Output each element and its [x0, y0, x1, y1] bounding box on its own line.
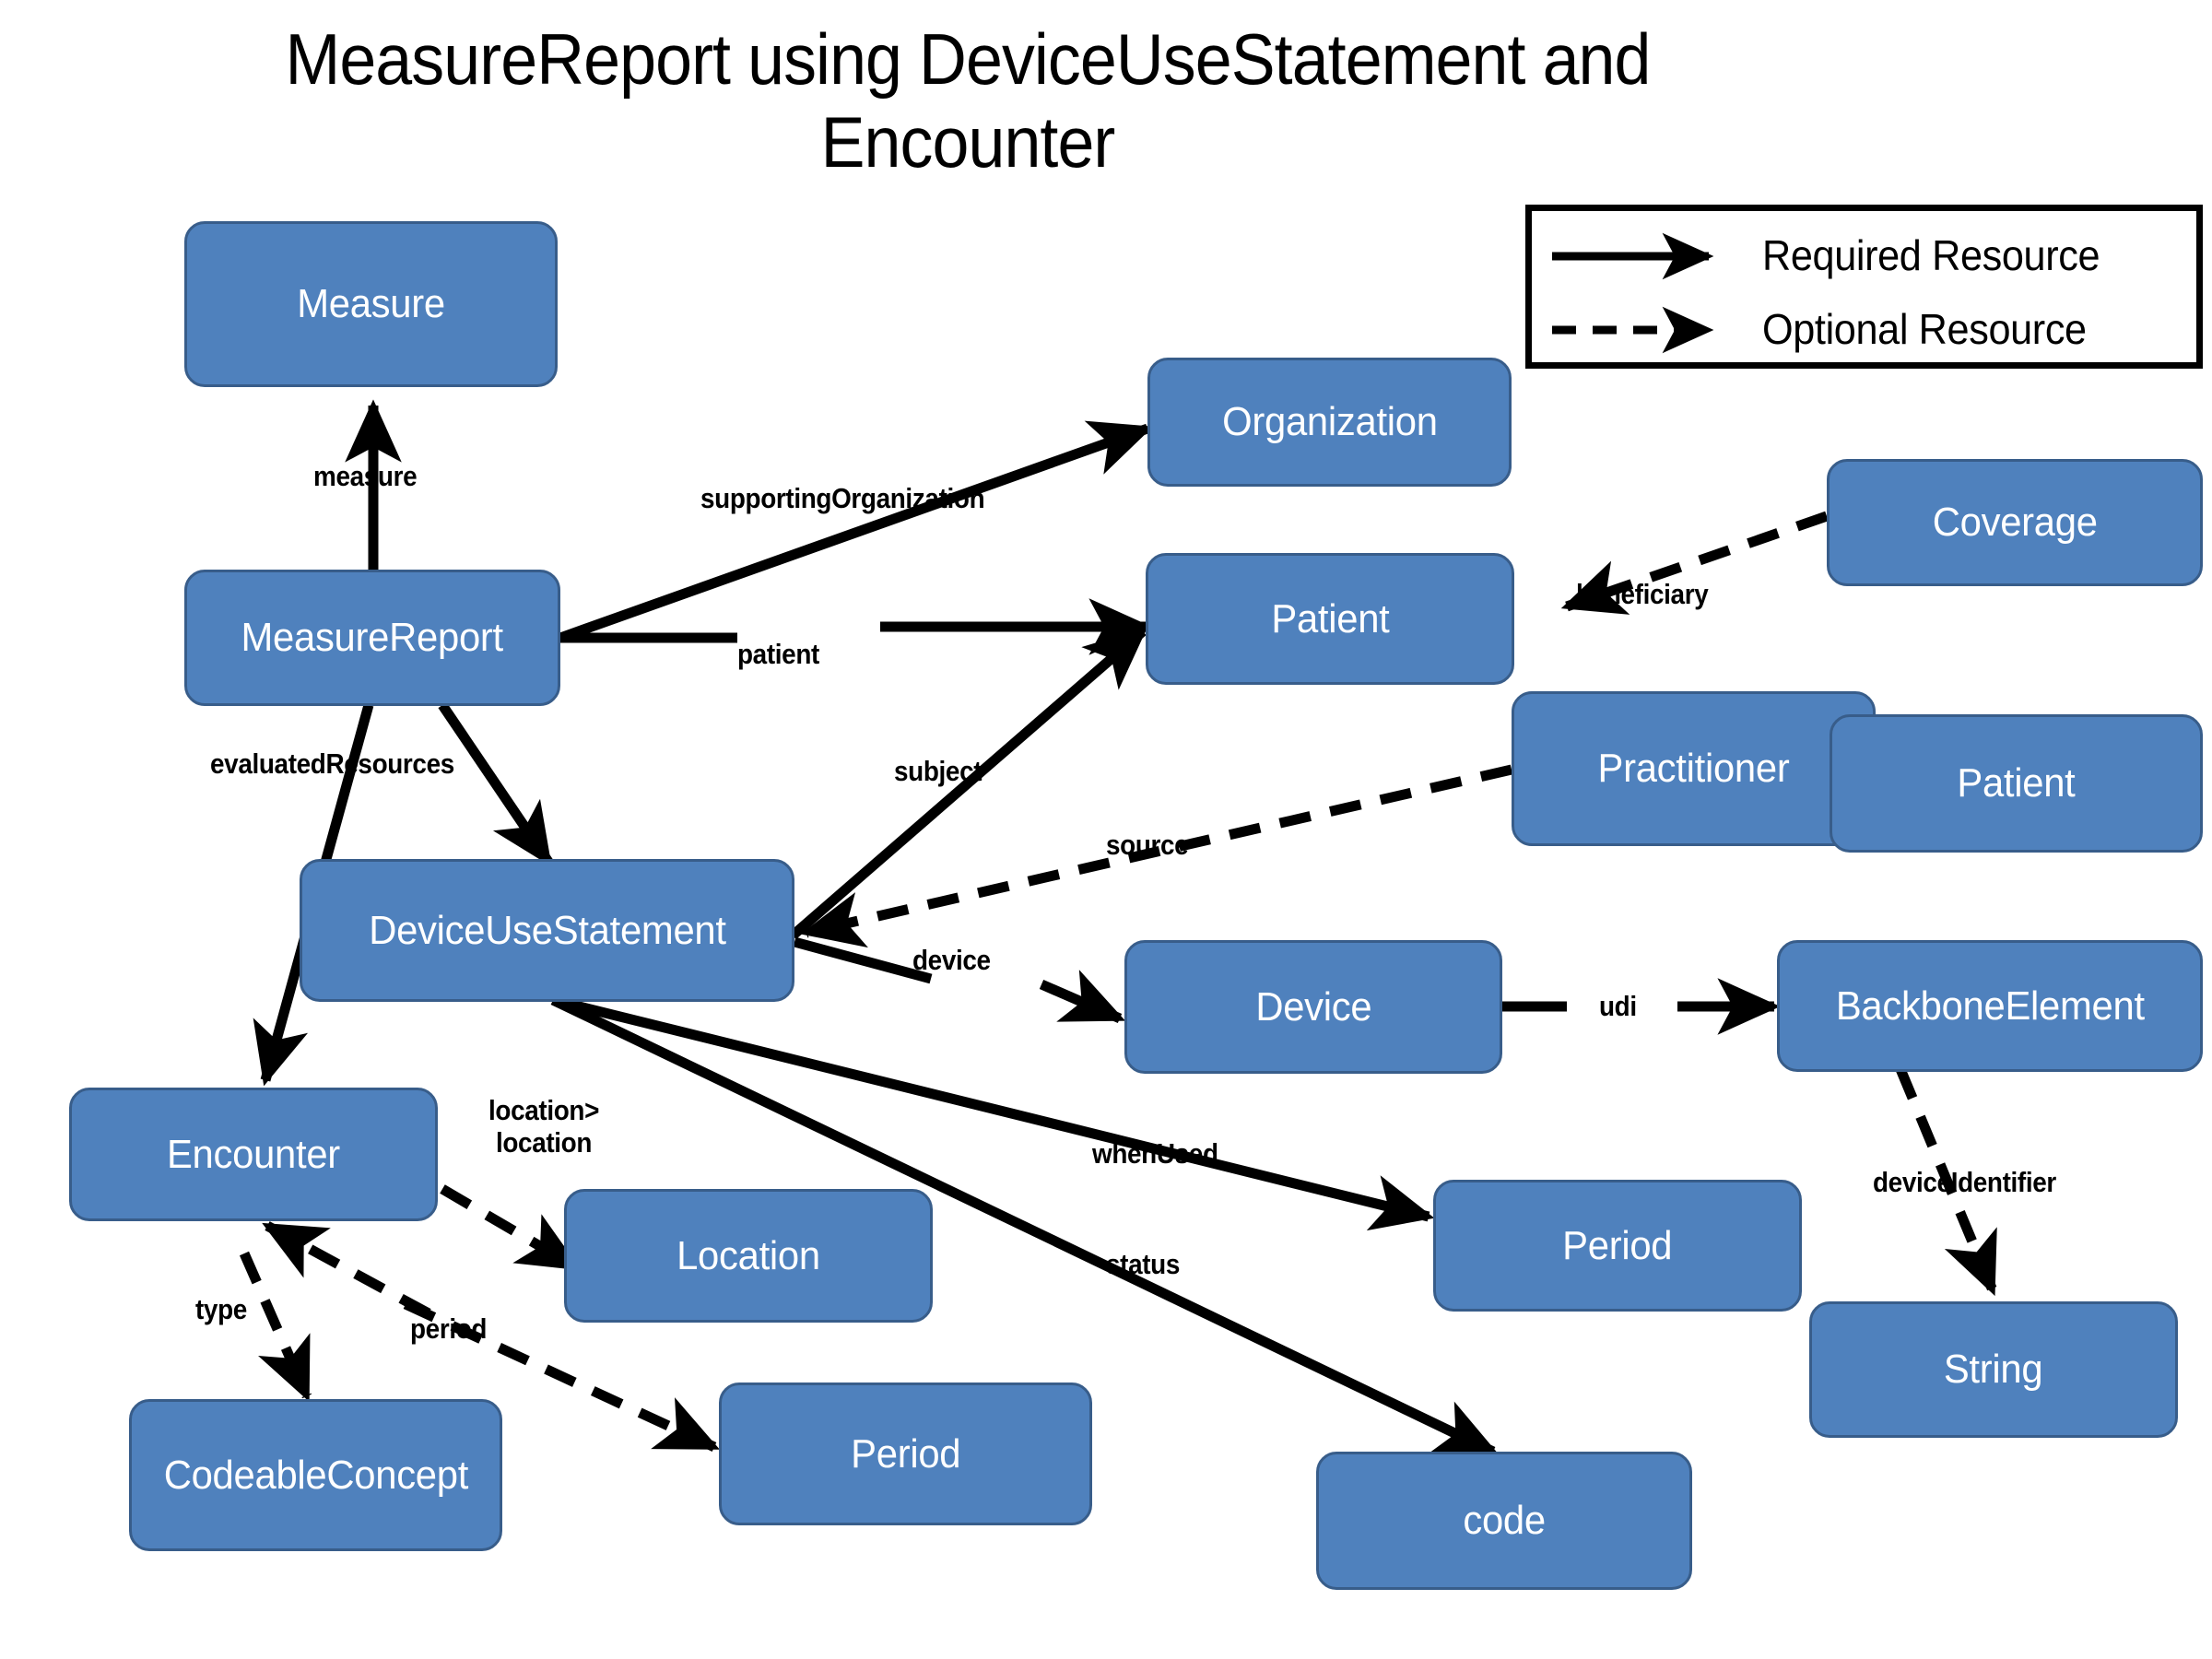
node-period-bottom-label: Period: [850, 1430, 961, 1477]
node-coverage[interactable]: Coverage: [1827, 459, 2203, 586]
legend-label-required: Required Resource: [1762, 231, 2100, 279]
edge-label-source: source: [1106, 829, 1189, 861]
edge-device-stub: [793, 936, 933, 984]
edge-type: [239, 1251, 312, 1403]
edge-period-back: [262, 1221, 431, 1318]
node-coverage-label: Coverage: [1932, 500, 2098, 545]
edge-label-device: device: [912, 944, 991, 976]
node-code-label: code: [1463, 1498, 1546, 1543]
node-measure[interactable]: Measure: [184, 221, 558, 387]
edge-label-status: status: [1106, 1248, 1181, 1280]
node-backboneelement[interactable]: BackboneElement: [1777, 940, 2203, 1072]
edge-supportingOrganization: [559, 420, 1154, 643]
node-practitioner[interactable]: Practitioner: [1512, 691, 1876, 846]
edge-label-measure: measure: [313, 460, 418, 492]
edge-label-deviceIdentifier: deviceIdentifier: [1873, 1166, 2056, 1198]
edge-label-evaluatedResources: evaluatedResources: [210, 747, 454, 780]
node-code[interactable]: code: [1316, 1452, 1692, 1590]
node-device[interactable]: Device: [1124, 940, 1502, 1074]
edge-label-period: period: [410, 1312, 488, 1345]
edge-label-type: type: [195, 1293, 247, 1325]
dashed-arrow-icon: [1552, 306, 1714, 354]
node-backboneelement-label: BackboneElement: [1835, 982, 2145, 1029]
legend-label-optional: Optional Resource: [1762, 305, 2087, 353]
node-location-label: Location: [677, 1232, 820, 1278]
node-deviceusestatement-label: DeviceUseStatement: [368, 907, 726, 953]
node-location[interactable]: Location: [564, 1189, 933, 1323]
edge-label-patient: patient: [737, 638, 819, 670]
legend: Required Resource Optional Resource: [1525, 205, 2203, 369]
edge-label-beneficiary: beneficiary: [1576, 578, 1709, 610]
edge-label-supportingOrganization: supportingOrganization: [700, 482, 985, 514]
node-practitioner-label: Practitioner: [1597, 746, 1790, 791]
node-patient-secondary-label: Patient: [1957, 760, 2076, 806]
node-deviceusestatement[interactable]: DeviceUseStatement: [300, 859, 794, 1002]
diagram-canvas: MeasureReport using DeviceUseStatement a…: [0, 0, 2212, 1659]
edge-location: [440, 1184, 582, 1272]
node-patient-label: Patient: [1270, 595, 1390, 641]
edge-evaluatedResources-dus: [438, 701, 553, 867]
node-codeableconcept[interactable]: CodeableConcept: [129, 1399, 502, 1551]
node-period-bottom[interactable]: Period: [719, 1382, 1092, 1525]
node-organization[interactable]: Organization: [1147, 358, 1512, 487]
node-period-top-label: Period: [1562, 1222, 1673, 1268]
node-patient-secondary[interactable]: Patient: [1830, 714, 2203, 853]
node-string-label: String: [1944, 1347, 2043, 1392]
node-period-top[interactable]: Period: [1433, 1180, 1802, 1312]
node-measurereport-label: MeasureReport: [241, 615, 504, 660]
legend-row-required: Required Resource: [1532, 222, 2196, 288]
edge-device: [1039, 970, 1126, 1024]
node-encounter[interactable]: Encounter: [69, 1088, 438, 1221]
node-organization-label: Organization: [1221, 399, 1438, 444]
node-device-label: Device: [1254, 983, 1372, 1030]
node-encounter-label: Encounter: [166, 1131, 340, 1177]
edge-label-udi: udi: [1599, 990, 1637, 1022]
node-string[interactable]: String: [1809, 1301, 2178, 1438]
edge-label-whenUsed: whenUsed: [1092, 1137, 1218, 1170]
node-measure-label: Measure: [297, 281, 445, 326]
node-measurereport[interactable]: MeasureReport: [184, 570, 560, 706]
edge-label-location: location> location: [488, 1094, 600, 1159]
edge-label-subject: subject: [894, 755, 982, 787]
node-codeableconcept-label: CodeableConcept: [163, 1452, 468, 1498]
solid-arrow-icon: [1552, 232, 1714, 280]
node-patient[interactable]: Patient: [1146, 553, 1514, 685]
legend-row-optional: Optional Resource: [1532, 296, 2196, 362]
